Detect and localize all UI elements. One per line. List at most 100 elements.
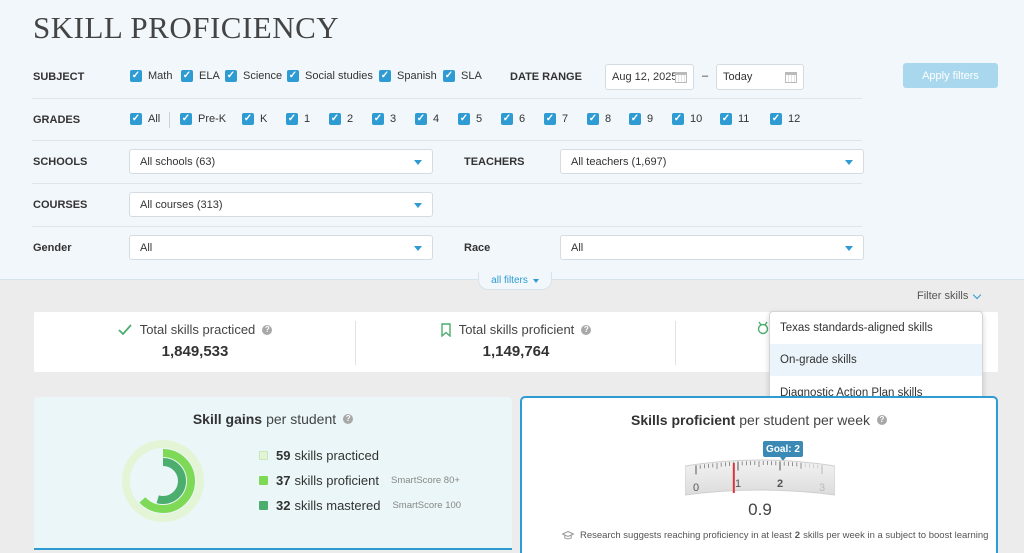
start-date-input[interactable]: Aug 12, 2025 [605, 64, 694, 90]
donut-ring-mastered [140, 458, 186, 504]
gauge-tick-label-1: 1 [735, 478, 741, 490]
apply-filters-button[interactable]: Apply filters [903, 63, 998, 88]
checkbox-check-icon: ✓ [379, 70, 391, 82]
grade-checkbox-6[interactable]: ✓ 6 [501, 113, 525, 125]
end-date-input[interactable]: Today [716, 64, 804, 90]
checkbox-check-icon: ✓ [287, 70, 299, 82]
subject-checkbox-science[interactable]: ✓ Science [225, 70, 282, 82]
checkbox-check-icon: ✓ [286, 113, 298, 125]
caret-down-icon [414, 160, 422, 165]
menu-item-texas-standards[interactable]: Texas standards-aligned skills [770, 312, 982, 344]
checkbox-check-icon: ✓ [329, 113, 341, 125]
legend-swatch [259, 501, 268, 510]
skill-gains-donut [122, 440, 204, 522]
checkbox-check-icon: ✓ [458, 113, 470, 125]
divider [32, 183, 862, 184]
checkbox-check-icon: ✓ [720, 113, 732, 125]
divider [675, 321, 676, 365]
subject-label: SUBJECT [33, 71, 85, 83]
grade-checkbox-7[interactable]: ✓ 7 [544, 113, 568, 125]
subject-checkbox-spanish[interactable]: ✓ Spanish [379, 70, 437, 82]
gender-label: Gender [33, 242, 72, 254]
page-title: SKILL PROFICIENCY [33, 10, 340, 45]
stat-proficient: Total skills proficient ? 1,149,764 [356, 312, 676, 372]
grade-checkbox-all[interactable]: ✓ All [130, 113, 160, 125]
teachers-select[interactable]: All teachers (1,697) [560, 149, 864, 174]
checkbox-check-icon: ✓ [242, 113, 254, 125]
help-icon[interactable]: ? [581, 324, 592, 335]
grade-checkbox-2[interactable]: ✓ 2 [329, 113, 353, 125]
grade-checkbox-12[interactable]: ✓ 12 [770, 113, 800, 125]
courses-select[interactable]: All courses (313) [129, 192, 433, 217]
grade-checkbox-8[interactable]: ✓ 8 [587, 113, 611, 125]
checkbox-check-icon: ✓ [415, 113, 427, 125]
checkbox-check-icon: ✓ [501, 113, 513, 125]
subject-checkbox-sla[interactable]: ✓ SLA [443, 70, 482, 82]
bookmark-icon [440, 322, 451, 337]
checkbox-check-icon: ✓ [770, 113, 782, 125]
gauge-tick-label-2: 2 [777, 478, 783, 490]
courses-label: COURSES [33, 199, 88, 211]
gauge-tick-label-0: 0 [693, 482, 699, 494]
checkbox-check-icon: ✓ [544, 113, 556, 125]
stat-practiced-label: Total skills practiced [139, 322, 256, 337]
subject-checkbox-math[interactable]: ✓ Math [130, 70, 172, 82]
checkbox-check-icon: ✓ [181, 70, 193, 82]
legend-mastered: 32 skills mastered SmartScore 100 [259, 498, 461, 513]
checkbox-check-icon: ✓ [443, 70, 455, 82]
stat-proficient-value: 1,149,764 [482, 343, 550, 360]
legend-swatch [259, 476, 268, 485]
divider [169, 112, 170, 128]
caret-down-icon [414, 203, 422, 208]
checkbox-check-icon: ✓ [672, 113, 684, 125]
grade-checkbox-11[interactable]: ✓ 11 [720, 113, 749, 125]
help-icon[interactable]: ? [343, 414, 354, 424]
stat-practiced: Total skills practiced ? 1,849,533 [34, 312, 356, 372]
grade-checkbox-4[interactable]: ✓ 4 [415, 113, 439, 125]
checkbox-check-icon: ✓ [587, 113, 599, 125]
calendar-icon[interactable] [675, 72, 687, 83]
schools-label: SCHOOLS [33, 156, 88, 168]
grade-checkbox-10[interactable]: ✓ 10 [672, 113, 702, 125]
grade-checkbox-3[interactable]: ✓ 3 [372, 113, 396, 125]
gauge-value: 0.9 [748, 500, 772, 519]
checkbox-check-icon: ✓ [180, 113, 192, 125]
divider [32, 226, 862, 227]
caret-down-icon [845, 160, 853, 165]
filter-skills-button[interactable]: Filter skills [917, 290, 982, 302]
teachers-label: TEACHERS [464, 156, 525, 168]
skill-gains-title: Skill gains per student ? [34, 411, 512, 427]
help-icon[interactable]: ? [877, 415, 887, 425]
checkbox-check-icon: ✓ [629, 113, 641, 125]
legend-practiced: 59 skills practiced [259, 448, 379, 463]
all-filters-toggle[interactable]: all filters [478, 272, 552, 290]
grade-checkbox-5[interactable]: ✓ 5 [458, 113, 482, 125]
caret-down-icon [845, 246, 853, 251]
gender-select[interactable]: All [129, 235, 433, 260]
menu-item-on-grade[interactable]: On-grade skills [770, 344, 982, 376]
grade-checkbox-pre-k[interactable]: ✓ Pre-K [180, 113, 226, 125]
grade-checkbox-1[interactable]: ✓ 1 [286, 113, 310, 125]
research-note: Research suggests reaching proficiency i… [562, 530, 988, 541]
subject-checkbox-ela[interactable]: ✓ ELA [181, 70, 220, 82]
divider [32, 140, 862, 141]
stat-practiced-value: 1,849,533 [161, 343, 229, 360]
chevron-down-icon [973, 290, 982, 299]
goal-badge: Goal: 2 [763, 441, 803, 461]
race-select[interactable]: All [560, 235, 864, 260]
grade-checkbox-k[interactable]: ✓ K [242, 113, 267, 125]
grade-checkbox-9[interactable]: ✓ 9 [629, 113, 653, 125]
skill-gains-card[interactable]: Skill gains per student ? 59 skills prac… [34, 397, 512, 550]
calendar-icon[interactable] [785, 72, 797, 83]
date-range-label: DATE RANGE [510, 71, 582, 83]
caret-down-icon [414, 246, 422, 251]
schools-select[interactable]: All schools (63) [129, 149, 433, 174]
stat-proficient-label: Total skills proficient [458, 322, 575, 337]
checkbox-check-icon: ✓ [372, 113, 384, 125]
filter-panel: SKILL PROFICIENCY SUBJECT ✓ Math ✓ ELA ✓ Sc… [0, 0, 1024, 280]
legend-swatch [259, 451, 268, 460]
subject-checkbox-social-studies[interactable]: ✓ Social studies [287, 70, 373, 82]
checkmark-icon [118, 323, 132, 335]
help-icon[interactable]: ? [262, 324, 273, 335]
checkbox-check-icon: ✓ [225, 70, 237, 82]
